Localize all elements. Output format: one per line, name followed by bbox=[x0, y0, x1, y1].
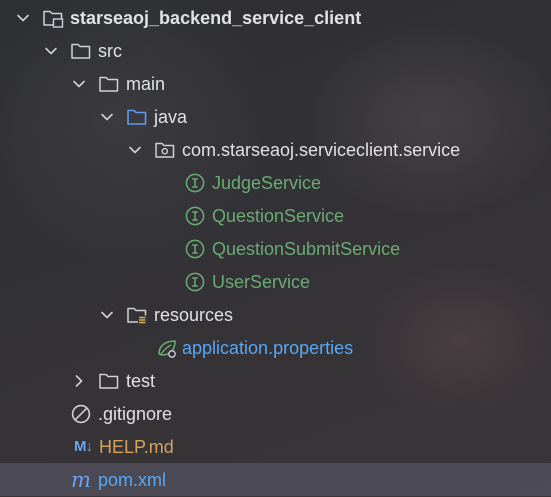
tree-label-interface: QuestionSubmitService bbox=[212, 238, 401, 259]
tree-label-pom: pom.xml bbox=[98, 469, 167, 490]
tree-label-interface: QuestionService bbox=[212, 205, 345, 226]
tree-row-main[interactable]: main bbox=[0, 67, 551, 100]
tree-row-src[interactable]: src bbox=[0, 34, 551, 67]
tree-label-interface: UserService bbox=[212, 271, 311, 292]
spring-leaf-icon bbox=[156, 337, 178, 359]
tree-label-gitignore: .gitignore bbox=[98, 403, 173, 424]
tree-row-package[interactable]: com.starseaoj.serviceclient.service bbox=[0, 133, 551, 166]
tree-label-resources: resources bbox=[154, 304, 234, 325]
package-icon bbox=[154, 139, 176, 161]
tree-row-java[interactable]: java bbox=[0, 100, 551, 133]
tree-label-properties: application.properties bbox=[182, 337, 354, 358]
interface-icon bbox=[184, 271, 206, 293]
maven-icon-text: m bbox=[71, 467, 91, 492]
tree-label-main: main bbox=[126, 73, 166, 94]
resources-folder-icon bbox=[126, 304, 148, 326]
tree-row-interface[interactable]: JudgeService bbox=[0, 166, 551, 199]
chevron-down-icon[interactable] bbox=[16, 11, 30, 25]
chevron-down-icon[interactable] bbox=[44, 44, 58, 58]
tree-row-pom[interactable]: m pom.xml bbox=[0, 463, 551, 496]
chevron-down-icon[interactable] bbox=[128, 143, 142, 157]
interface-icon bbox=[184, 205, 206, 227]
tree-label-help: HELP.md bbox=[99, 436, 174, 457]
module-folder-icon bbox=[42, 7, 64, 29]
tree-row-properties[interactable]: application.properties bbox=[0, 331, 551, 364]
tree-label-test: test bbox=[126, 370, 156, 391]
source-folder-icon bbox=[126, 106, 148, 128]
tree-row-interface[interactable]: QuestionService bbox=[0, 199, 551, 232]
tree-row-root[interactable]: starseaoj_backend_service_client bbox=[0, 1, 551, 34]
project-tree[interactable]: starseaoj_backend_service_client src mai… bbox=[0, 0, 551, 497]
folder-icon bbox=[98, 370, 120, 392]
chevron-down-icon[interactable] bbox=[100, 308, 114, 322]
chevron-down-icon[interactable] bbox=[72, 77, 86, 91]
tree-label-package: com.starseaoj.serviceclient.service bbox=[182, 139, 461, 160]
interface-icon bbox=[184, 172, 206, 194]
tree-label-interface: JudgeService bbox=[212, 172, 322, 193]
markdown-icon-text: M↓ bbox=[74, 438, 93, 455]
tree-label-java: java bbox=[154, 106, 188, 127]
interface-icon bbox=[184, 238, 206, 260]
tree-row-test[interactable]: test bbox=[0, 364, 551, 397]
tree-row-gitignore[interactable]: .gitignore bbox=[0, 397, 551, 430]
tree-row-help[interactable]: M↓ HELP.md bbox=[0, 430, 551, 463]
tree-label-root: starseaoj_backend_service_client bbox=[70, 7, 362, 28]
ignore-icon bbox=[70, 403, 92, 425]
chevron-down-icon[interactable] bbox=[100, 110, 114, 124]
tree-row-resources[interactable]: resources bbox=[0, 298, 551, 331]
tree-row-interface[interactable]: UserService bbox=[0, 265, 551, 298]
tree-row-interface[interactable]: QuestionSubmitService bbox=[0, 232, 551, 265]
maven-icon: m bbox=[70, 469, 92, 491]
markdown-icon: M↓ bbox=[70, 436, 96, 458]
folder-icon bbox=[70, 40, 92, 62]
folder-icon bbox=[98, 73, 120, 95]
tree-label-src: src bbox=[98, 40, 122, 61]
chevron-right-icon[interactable] bbox=[72, 374, 86, 388]
